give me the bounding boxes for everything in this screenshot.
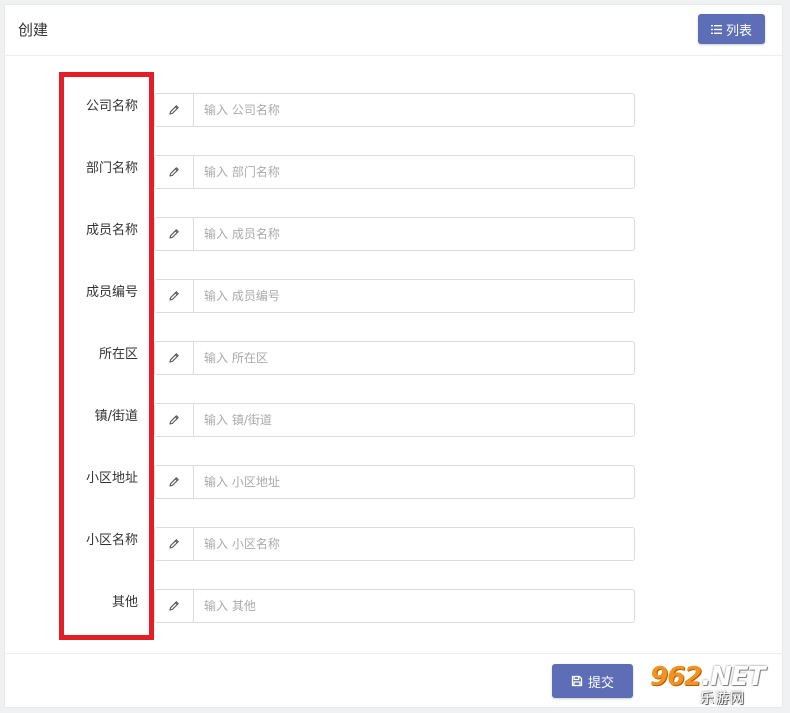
form-row: 其他 <box>5 589 784 623</box>
field-label: 部门名称 <box>85 161 138 176</box>
input-group <box>154 341 635 375</box>
text-input[interactable] <box>194 342 634 374</box>
text-input[interactable] <box>194 590 634 622</box>
pencil-icon <box>155 404 194 436</box>
field-label: 小区地址 <box>85 471 138 486</box>
list-icon <box>710 24 722 34</box>
input-group <box>154 279 635 313</box>
input-group <box>154 589 635 623</box>
pencil-icon <box>155 342 194 374</box>
pencil-icon <box>155 156 194 188</box>
card-footer: 提交 <box>5 653 782 710</box>
form-row: 所在区 <box>5 341 784 375</box>
submit-button[interactable]: 提交 <box>552 664 633 698</box>
page-title: 创建 <box>18 21 49 39</box>
input-group <box>154 465 635 499</box>
create-form-card: 创建 列表 公司名称部门名称成员名称成员编号所在区镇/街道小区地址小区名称其他 … <box>4 4 783 708</box>
input-group <box>154 403 635 437</box>
form-row: 成员名称 <box>5 217 784 251</box>
form-row: 成员编号 <box>5 279 784 313</box>
text-input[interactable] <box>194 528 634 560</box>
form-row: 小区名称 <box>5 527 784 561</box>
list-button[interactable]: 列表 <box>698 14 765 44</box>
input-group <box>154 527 635 561</box>
submit-label: 提交 <box>587 675 614 691</box>
pencil-icon <box>155 528 194 560</box>
field-label: 其他 <box>111 595 138 610</box>
field-label: 镇/街道 <box>94 409 138 424</box>
text-input[interactable] <box>194 466 634 498</box>
field-label: 所在区 <box>98 347 138 362</box>
text-input[interactable] <box>194 218 634 250</box>
pencil-icon <box>155 280 194 312</box>
field-label: 成员名称 <box>85 223 138 238</box>
input-group <box>154 93 635 127</box>
card-header: 创建 列表 <box>5 5 782 56</box>
form-row: 部门名称 <box>5 155 784 189</box>
save-icon <box>571 675 583 687</box>
text-input[interactable] <box>194 156 634 188</box>
form-row: 镇/街道 <box>5 403 784 437</box>
field-label: 公司名称 <box>85 99 138 114</box>
field-label: 小区名称 <box>85 533 138 548</box>
pencil-icon <box>155 590 194 622</box>
text-input[interactable] <box>194 94 634 126</box>
pencil-icon <box>155 94 194 126</box>
pencil-icon <box>155 218 194 250</box>
input-group <box>154 217 635 251</box>
form-row: 小区地址 <box>5 465 784 499</box>
field-label: 成员编号 <box>85 285 138 300</box>
text-input[interactable] <box>194 404 634 436</box>
list-button-label: 列表 <box>725 23 752 39</box>
input-group <box>154 155 635 189</box>
text-input[interactable] <box>194 280 634 312</box>
form-row: 公司名称 <box>5 93 784 127</box>
pencil-icon <box>155 466 194 498</box>
